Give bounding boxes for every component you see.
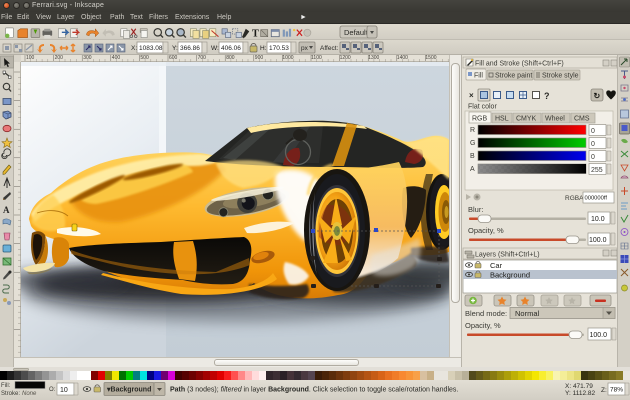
svg-text:Stroke style: Stroke style <box>542 73 579 80</box>
svg-text:Background: Background <box>490 271 530 280</box>
svg-text:800: 800 <box>226 55 235 61</box>
svg-text:000000ff: 000000ff <box>585 196 608 202</box>
svg-text:O:: O: <box>49 387 56 393</box>
svg-text:Fill: Fill <box>474 73 483 80</box>
svg-text:100.0: 100.0 <box>589 237 607 244</box>
svg-text:100.0: 100.0 <box>590 332 608 339</box>
svg-text:Y: 1112.82: Y: 1112.82 <box>565 390 596 397</box>
svg-text:X:: X: <box>131 45 137 52</box>
svg-text:1400: 1400 <box>397 55 408 61</box>
svg-text:400: 400 <box>112 55 121 61</box>
svg-text:None: None <box>22 391 37 397</box>
svg-text:Y:: Y: <box>172 45 178 52</box>
svg-text:px: px <box>301 45 309 52</box>
svg-text:0: 0 <box>591 154 595 161</box>
svg-text:0: 0 <box>591 128 595 135</box>
svg-text:1500: 1500 <box>425 55 436 61</box>
svg-text:Blend mode:: Blend mode: <box>465 309 507 318</box>
svg-text:X: 471.79: X: 471.79 <box>565 383 593 390</box>
svg-text:Normal: Normal <box>515 309 540 318</box>
svg-text:B: B <box>470 153 475 160</box>
svg-text:100: 100 <box>26 55 35 61</box>
svg-text:406.06: 406.06 <box>221 45 241 52</box>
svg-text:HSL: HSL <box>495 116 509 123</box>
svg-text:CMS: CMS <box>574 116 590 123</box>
svg-text:Fill:: Fill: <box>1 383 11 389</box>
svg-text:W:: W: <box>211 45 219 52</box>
svg-text:10.0: 10.0 <box>591 216 605 223</box>
svg-text:Path (3 nodes); filtered in la: Path (3 nodes); filtered in layer Backgr… <box>170 387 458 394</box>
svg-text:Default: Default <box>344 28 369 37</box>
svg-text:1000: 1000 <box>282 55 293 61</box>
svg-text:RGBA:: RGBA: <box>565 195 585 202</box>
svg-text:G: G <box>470 140 475 147</box>
svg-text:H:: H: <box>260 45 267 52</box>
svg-text:1200: 1200 <box>340 55 351 61</box>
svg-text:Car: Car <box>490 261 503 270</box>
svg-text:255: 255 <box>591 167 603 174</box>
svg-text:0: 0 <box>591 141 595 148</box>
svg-text:×: × <box>469 91 474 100</box>
svg-text:Z:: Z: <box>601 387 607 394</box>
svg-text:Layers (Shift+Ctrl+L): Layers (Shift+Ctrl+L) <box>475 252 540 259</box>
svg-text:200: 200 <box>55 55 64 61</box>
svg-text:Opacity, %: Opacity, % <box>465 321 501 330</box>
svg-text:R: R <box>470 127 475 134</box>
svg-text:500: 500 <box>140 55 149 61</box>
svg-text:Opacity, %: Opacity, % <box>468 226 504 235</box>
svg-text:1083.08: 1083.08 <box>139 45 163 52</box>
svg-text:CMYK: CMYK <box>516 116 537 123</box>
svg-text:A: A <box>470 166 475 173</box>
svg-text:Wheel: Wheel <box>545 116 565 123</box>
svg-text:366.86: 366.86 <box>180 45 200 52</box>
svg-text:900: 900 <box>255 55 264 61</box>
svg-text:1100: 1100 <box>311 55 322 61</box>
svg-text:300: 300 <box>83 55 92 61</box>
svg-text:A: A <box>3 205 10 215</box>
svg-text:▾Background: ▾Background <box>106 387 151 394</box>
svg-text:170.53: 170.53 <box>269 45 289 52</box>
svg-text:1300: 1300 <box>368 55 379 61</box>
svg-text:T: T <box>252 29 259 40</box>
svg-text:↻: ↻ <box>594 92 601 101</box>
svg-text:RGB: RGB <box>472 116 488 123</box>
svg-text:10: 10 <box>60 387 68 394</box>
svg-text:Affect:: Affect: <box>320 45 339 52</box>
svg-text:Stroke:: Stroke: <box>1 391 20 397</box>
svg-text:78%: 78% <box>610 387 623 394</box>
svg-text:Blur:: Blur: <box>468 205 483 214</box>
svg-text:700: 700 <box>198 55 207 61</box>
svg-text:?: ? <box>544 91 550 101</box>
svg-text:Stroke paint: Stroke paint <box>495 73 532 80</box>
svg-text:600: 600 <box>169 55 178 61</box>
svg-text:Fill and Stroke (Shift+Ctrl+F): Fill and Stroke (Shift+Ctrl+F) <box>475 61 564 68</box>
svg-text:Flat color: Flat color <box>468 104 497 111</box>
